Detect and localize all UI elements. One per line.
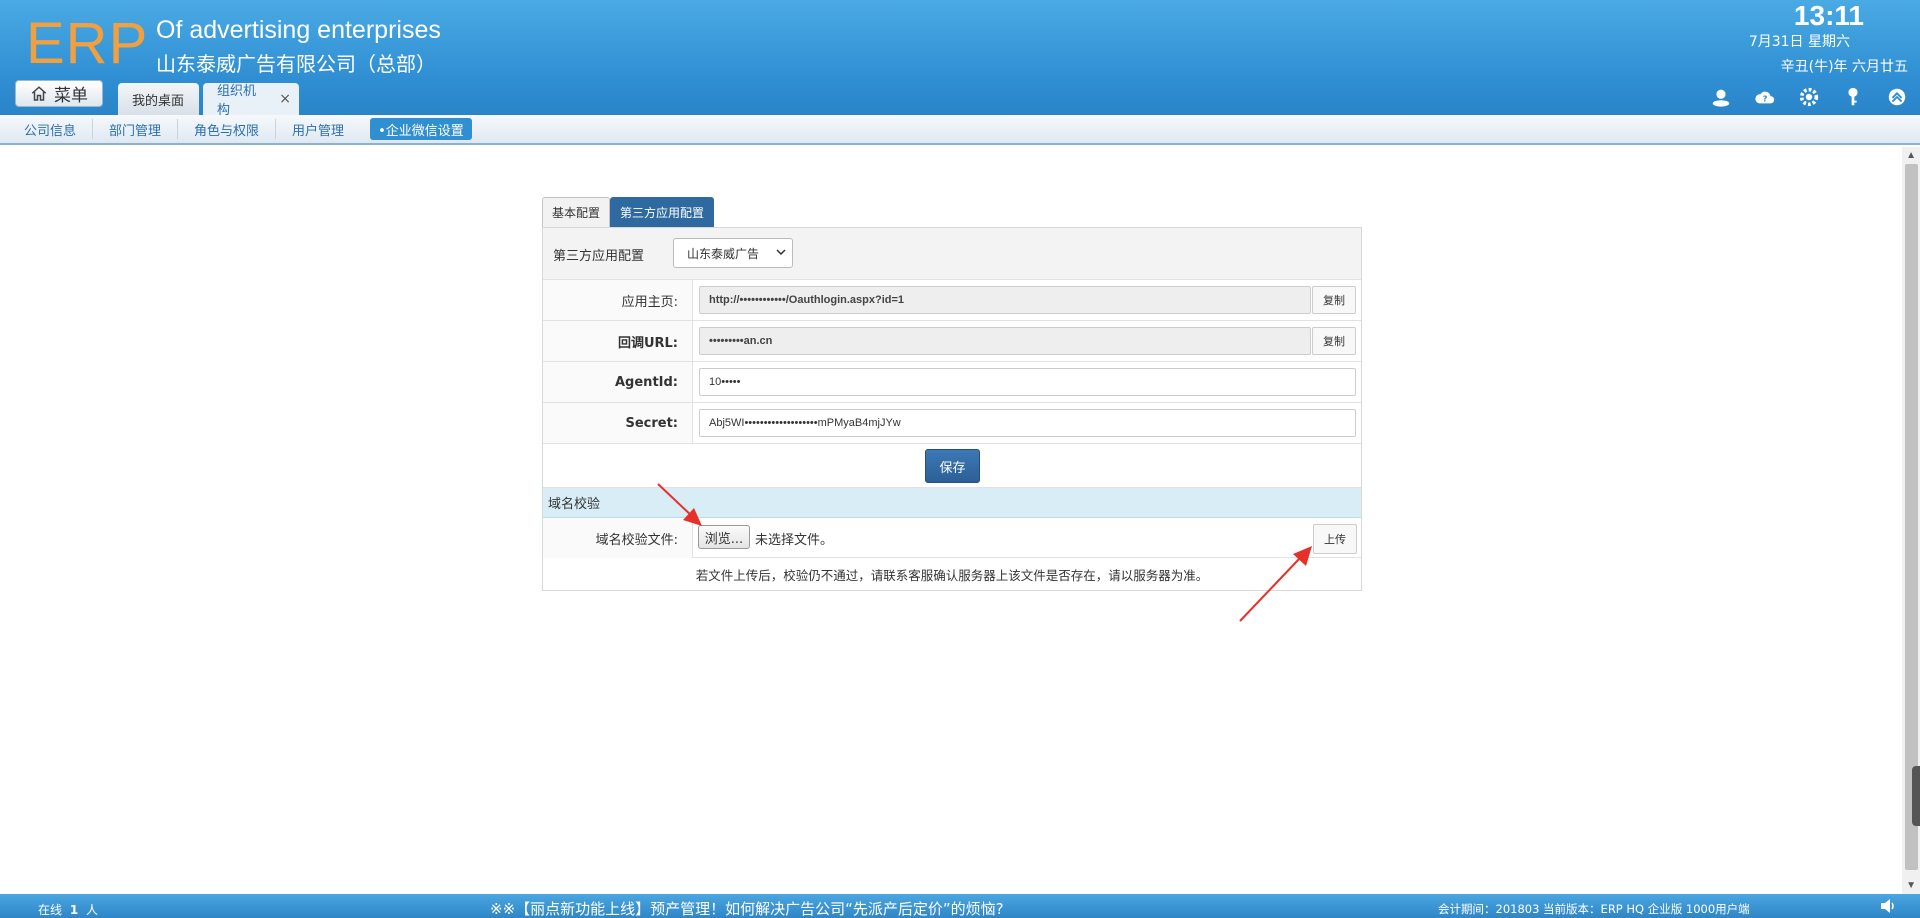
company-name: 山东泰威广告有限公司（总部） <box>156 52 436 76</box>
subnav-wecom-settings[interactable]: •企业微信设置 <box>370 118 472 140</box>
upload-button[interactable]: 上传 <box>1313 524 1357 554</box>
app-homepage-label: 应用主页: <box>543 280 693 320</box>
callback-url-row: 回调URL: •••••••••an.cn 复制 <box>543 321 1361 362</box>
config-panel: 第三方应用配置 山东泰威广告 应用主页: http://••••••••••••… <box>542 227 1362 591</box>
save-button[interactable]: 保存 <box>925 449 980 483</box>
subnav-company-info[interactable]: 公司信息 <box>8 119 94 139</box>
secret-input[interactable]: Abj5WI•••••••••••••••••••mPMyaB4mjJYw <box>699 409 1356 437</box>
chevron-down-icon <box>776 249 786 256</box>
domain-verify-file-row: 域名校验文件: 浏览... 未选择文件。 上传 <box>543 518 1361 558</box>
clock-time: 13:11 <box>1793 0 1864 31</box>
verify-note: 若文件上传后，校验仍不通过，请联系客服确认服务器上该文件是否存在，请以服务器为准… <box>695 568 1209 583</box>
gear-icon[interactable] <box>1796 84 1822 110</box>
domain-verify-section-title: 域名校验 <box>543 488 1361 518</box>
main-menu-label: 菜单 <box>54 86 88 106</box>
user-icon[interactable] <box>1708 84 1734 110</box>
app-header: ERP Of advertising enterprises 山东泰威广告有限公… <box>0 0 1920 118</box>
save-row: 保存 <box>543 444 1361 488</box>
svg-text:?: ? <box>1763 94 1768 104</box>
callback-url-field[interactable]: •••••••••an.cn <box>699 327 1311 355</box>
speaker-icon[interactable] <box>1878 896 1898 916</box>
app-homepage-field[interactable]: http://••••••••••••/Oauthlogin.aspx?id=1 <box>699 286 1311 314</box>
browse-file-button[interactable]: 浏览... <box>698 525 750 549</box>
home-icon <box>31 85 47 101</box>
online-users: 在线 1 人 <box>38 901 98 918</box>
subnav-roles-permissions[interactable]: 角色与权限 <box>178 119 277 139</box>
config-tabs: 基本配置 第三方应用配置 <box>542 197 715 227</box>
tab-third-party-config[interactable]: 第三方应用配置 <box>610 197 715 227</box>
side-panel-handle[interactable] <box>1912 766 1920 826</box>
tab-label: 组织机构 <box>217 84 257 118</box>
brand-english-name: Of advertising enterprises <box>156 16 441 44</box>
status-footer: 在线 1 人 ※※【丽点新功能上线】预产管理！如何解决广告公司“先派产后定价”的… <box>0 894 1920 918</box>
cloud-help-icon[interactable]: ? <box>1752 84 1778 110</box>
callback-url-label: 回调URL: <box>543 321 693 361</box>
erp-logo: ERP <box>26 11 149 76</box>
scrollbar-thumb[interactable] <box>1905 164 1918 870</box>
subnav-user-management[interactable]: 用户管理 <box>276 119 360 139</box>
header-toolbar: ? <box>1708 84 1910 110</box>
agentid-row: AgentId: 10••••• <box>543 362 1361 403</box>
select-value: 山东泰威广告 <box>687 246 760 261</box>
no-file-selected-text: 未选择文件。 <box>755 533 834 548</box>
third-party-app-select[interactable]: 山东泰威广告 <box>673 238 793 268</box>
secret-row: Secret: Abj5WI•••••••••••••••••••mPMyaB4… <box>543 403 1361 444</box>
agentid-label: AgentId: <box>543 362 693 402</box>
tab-label: 我的桌面 <box>132 93 185 109</box>
app-homepage-row: 应用主页: http://••••••••••••/Oauthlogin.asp… <box>543 280 1361 321</box>
copy-callback-button[interactable]: 复制 <box>1312 327 1356 355</box>
tab-my-desktop[interactable]: 我的桌面 <box>118 83 199 115</box>
version-info: 会计期间：201803 当前版本：ERP HQ 企业版 1000用户端 <box>1438 902 1750 916</box>
lunar-date: 辛丑(牛)年 六月廿五 <box>1780 59 1908 75</box>
sub-navigation: 公司信息 部门管理 角色与权限 用户管理 •企业微信设置 <box>0 115 1920 145</box>
online-count: 1 <box>69 903 79 917</box>
news-ticker[interactable]: ※※【丽点新功能上线】预产管理！如何解决广告公司“先派产后定价”的烦恼? <box>490 898 1004 918</box>
key-icon[interactable] <box>1840 84 1866 110</box>
third-party-label: 第三方应用配置 <box>553 249 645 264</box>
close-icon[interactable]: × <box>279 91 291 107</box>
copy-homepage-button[interactable]: 复制 <box>1312 286 1356 314</box>
tab-organization[interactable]: 组织机构 × <box>203 83 299 118</box>
clock-date: 7月31日 星期六 <box>1748 34 1850 50</box>
online-suffix: 人 <box>86 903 99 917</box>
collapse-up-icon[interactable] <box>1884 84 1910 110</box>
secret-label: Secret: <box>543 403 693 443</box>
domain-verify-file-label: 域名校验文件: <box>543 518 693 558</box>
agentid-input[interactable]: 10••••• <box>699 368 1356 396</box>
online-prefix: 在线 <box>38 903 63 917</box>
scroll-up-icon[interactable]: ▲ <box>1906 150 1916 161</box>
scroll-down-icon[interactable]: ▼ <box>1906 880 1916 891</box>
subnav-department-management[interactable]: 部门管理 <box>93 119 179 139</box>
main-menu-button[interactable]: 菜单 <box>15 80 103 107</box>
tab-basic-config[interactable]: 基本配置 <box>542 197 611 227</box>
third-party-select-row: 第三方应用配置 山东泰威广告 <box>543 228 1361 280</box>
